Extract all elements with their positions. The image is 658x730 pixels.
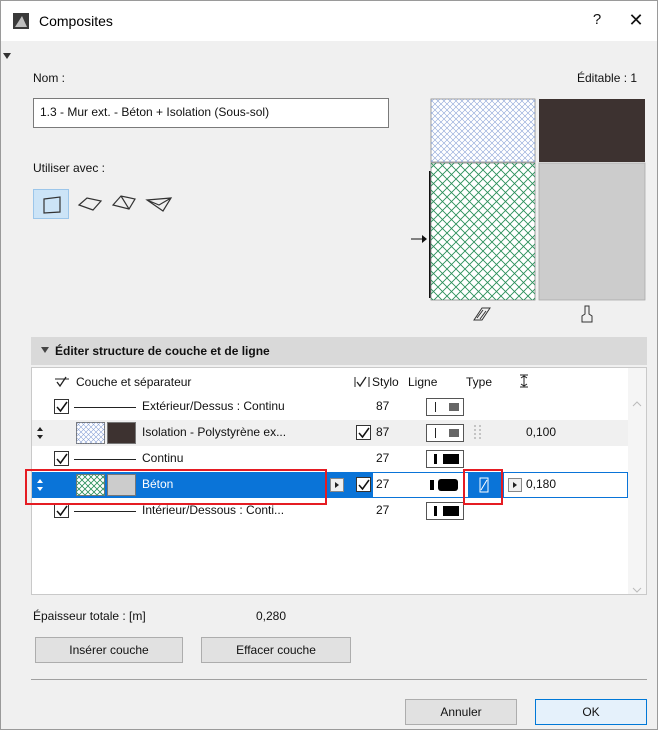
checkbox-header-icon[interactable]	[354, 376, 370, 388]
row-thickness[interactable]: 0,100	[526, 425, 556, 439]
row-pen[interactable]: 27	[376, 477, 389, 491]
use-with-label: Utiliser avec :	[33, 161, 106, 175]
table-row[interactable]: Isolation - Polystyrène ex... 87 0,100	[32, 420, 628, 446]
row-label: Isolation - Polystyrène ex...	[142, 425, 287, 439]
divider	[31, 679, 647, 680]
visibility-check-header-icon[interactable]	[54, 376, 70, 388]
thickness-icon	[520, 374, 528, 388]
total-thickness-label: Épaisseur totale : [m]	[33, 609, 146, 623]
layer-fill-swatch[interactable]	[76, 422, 136, 444]
close-button[interactable]: ✕	[625, 10, 647, 32]
highlight-layer-type	[463, 469, 503, 505]
slab-icon[interactable]	[71, 189, 107, 219]
type-dropdown-arrow[interactable]	[508, 478, 522, 492]
line-weight-swatch[interactable]	[426, 398, 464, 416]
row-pen[interactable]: 27	[376, 503, 389, 517]
row-label: Continu	[142, 451, 184, 465]
layer-structure-section-header[interactable]: Éditer structure de couche et de ligne	[31, 337, 647, 365]
composite-name-field[interactable]: 1.3 - Mur ext. - Béton + Isolation (Sous…	[33, 98, 389, 128]
row-pen[interactable]: 87	[376, 399, 389, 413]
name-label: Nom :	[33, 71, 66, 85]
row-label: Intérieur/Dessous : Conti...	[142, 503, 285, 517]
highlight-layer-name	[25, 469, 327, 505]
brush-icon[interactable]	[579, 304, 595, 324]
drag-handle-icon[interactable]	[36, 426, 44, 440]
total-thickness-value: 0,280	[256, 609, 287, 623]
row-pen[interactable]: 27	[376, 451, 389, 465]
insert-layer-button[interactable]: Insérer couche	[35, 637, 183, 663]
editable-label: Éditable : 1	[577, 71, 638, 85]
row-thickness[interactable]: 0,180	[526, 477, 556, 491]
fill-hatch-icon[interactable]	[472, 306, 492, 322]
row-visibility-checkbox[interactable]	[54, 451, 69, 466]
dialog-menu-arrow-icon[interactable]	[3, 53, 11, 59]
layer-type-icon[interactable]	[472, 424, 484, 442]
row-checkbox[interactable]	[356, 477, 371, 492]
scroll-up-icon[interactable]	[632, 400, 642, 408]
position-arrow-icon	[411, 235, 427, 243]
composite-preview	[429, 98, 647, 301]
row-visibility-checkbox[interactable]	[54, 399, 69, 414]
table-row[interactable]: Extérieur/Dessus : Continu 87	[32, 394, 628, 420]
help-button[interactable]: ?	[587, 11, 607, 31]
delete-layer-button[interactable]: Effacer couche	[201, 637, 351, 663]
line-weight-swatch[interactable]	[426, 502, 464, 520]
separator-line-sample	[74, 511, 136, 512]
header-layer: Couche et séparateur	[76, 375, 192, 389]
header-line: Ligne	[408, 375, 438, 389]
row-checkbox[interactable]	[356, 425, 371, 440]
table-scrollbar[interactable]	[628, 368, 646, 594]
ok-button[interactable]: OK	[535, 699, 647, 725]
separator-line-sample	[74, 407, 136, 408]
app-icon	[13, 13, 29, 29]
separator-line-sample	[74, 459, 136, 460]
title-bar: Composites ? ✕	[1, 1, 657, 41]
row-pen[interactable]: 87	[376, 425, 389, 439]
section-title: Éditer structure de couche et de ligne	[55, 344, 270, 358]
header-pen: Stylo	[372, 375, 399, 389]
wall-icon[interactable]	[33, 189, 69, 219]
line-weight-swatch[interactable]	[426, 424, 464, 442]
roof-icon[interactable]	[107, 189, 143, 219]
shell-icon[interactable]	[141, 189, 177, 219]
scroll-down-icon[interactable]	[632, 586, 642, 594]
composites-dialog: Composites ? ✕ Nom : Éditable : 1 1.3 - …	[0, 0, 658, 730]
line-weight-swatch[interactable]	[426, 450, 464, 468]
collapse-arrow-icon[interactable]	[41, 347, 49, 353]
expand-arrow-button[interactable]	[330, 478, 344, 492]
row-visibility-checkbox[interactable]	[54, 503, 69, 518]
dialog-title: Composites	[39, 13, 113, 29]
row-label: Extérieur/Dessus : Continu	[142, 399, 285, 413]
cancel-button[interactable]: Annuler	[405, 699, 517, 725]
line-weight-swatch[interactable]	[426, 476, 464, 494]
header-type: Type	[466, 375, 493, 389]
